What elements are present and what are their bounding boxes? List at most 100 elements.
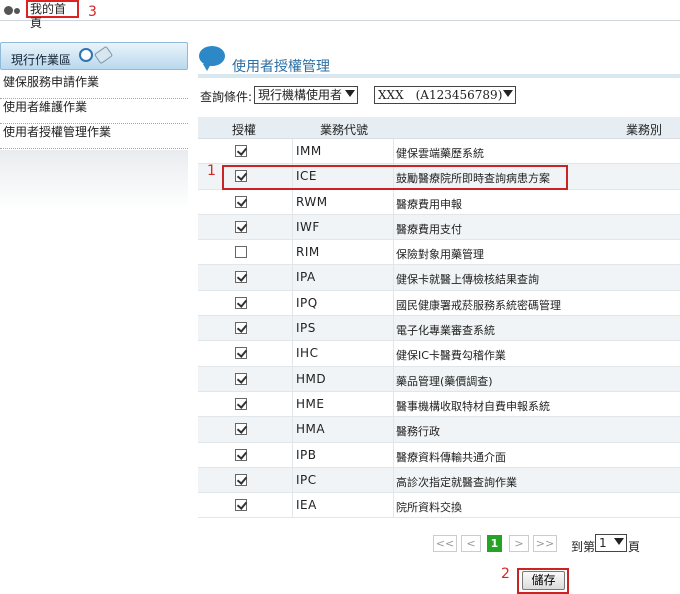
chevron-down-icon [614, 538, 624, 545]
row-name: 保險對象用藥管理 [396, 248, 484, 262]
row-name: 醫事機構收取特材自費申報系統 [396, 399, 550, 413]
row-code: HME [296, 396, 325, 411]
pager-prev-button[interactable]: < [461, 535, 481, 552]
auth-checkbox[interactable] [235, 195, 248, 208]
sidebar-header: 現行作業區 [0, 42, 188, 70]
auth-checkbox[interactable] [235, 271, 248, 284]
dots-icon [4, 4, 20, 18]
table-row: IHC 健保IC卡醫費勾稽作業 [198, 341, 680, 367]
auth-checkbox[interactable] [235, 473, 248, 486]
table-row: IPA 健保卡就醫上傳檢核結果查詢 [198, 265, 680, 291]
title-divider [198, 74, 680, 78]
home-link[interactable]: 我的首頁 [26, 0, 79, 30]
row-name: 醫療資料傳輸共通介面 [396, 450, 506, 464]
check-icon [236, 296, 248, 308]
row-code: IPA [296, 270, 316, 285]
table-row: IPQ 國民健康署戒菸服務系統密碼管理 [198, 290, 680, 317]
phone-icon[interactable] [79, 48, 93, 62]
filter-select[interactable]: 現行機構使用者 [254, 86, 358, 104]
auth-checkbox[interactable] [235, 145, 248, 157]
pager-last-button[interactable]: >> [533, 535, 557, 552]
table-row: IPS 電子化專業審查系統 [198, 316, 680, 342]
row-code: RWM [296, 194, 328, 209]
row-name: 健保雲端藥歷系統 [396, 147, 484, 160]
save-button[interactable]: 儲存 [522, 571, 565, 590]
column-code: 業務代號 [320, 123, 369, 137]
sidebar-item-user-authorization[interactable]: 使用者授權管理作業 [0, 124, 188, 149]
check-icon [236, 423, 248, 435]
check-icon [236, 195, 248, 207]
row-code: IPQ [296, 295, 318, 310]
column-auth: 授權 [232, 123, 257, 137]
row-code: RIM [296, 245, 320, 260]
row-code: IHC [296, 346, 319, 361]
auth-checkbox[interactable] [235, 347, 248, 360]
auth-checkbox[interactable] [235, 220, 248, 233]
page-title: 使用者授權管理 [232, 59, 330, 75]
sidebar-item-service-apply[interactable]: 健保服務申請作業 [0, 74, 188, 99]
check-icon [236, 347, 248, 359]
pager-next-button[interactable]: > [509, 535, 529, 552]
auth-checkbox[interactable] [235, 423, 248, 436]
check-icon [236, 372, 248, 384]
row-code: IPC [296, 472, 317, 487]
pager-suffix-label: 頁 [628, 540, 641, 554]
row-name: 國民健康署戒菸服務系統密碼管理 [396, 298, 561, 312]
check-icon [236, 221, 248, 232]
auth-checkbox[interactable] [235, 322, 248, 335]
speech-bubble-icon [199, 46, 225, 71]
check-icon [236, 271, 248, 283]
check-icon [236, 448, 248, 460]
table-row: HMD 藥品管理(藥價調查) [198, 366, 680, 392]
annotation-1: 1 [207, 163, 216, 179]
row-name: 健保卡就醫上傳檢核結果查詢 [396, 273, 539, 287]
row-name: 院所資料交換 [396, 501, 462, 515]
check-icon [236, 398, 248, 409]
pager-first-button[interactable]: << [433, 535, 457, 552]
row-name: 藥品管理(藥價調查) [396, 374, 493, 388]
table-row: IMM 健保雲端藥歷系統 [198, 139, 680, 165]
filter-select-value: 現行機構使用者 [258, 88, 343, 102]
pager-goto-label: 到第 [571, 540, 596, 554]
page-select[interactable]: 1 [595, 534, 627, 552]
pager-current-page[interactable]: 1 [487, 535, 502, 552]
user-select[interactable]: XXX (A123456789) [374, 86, 516, 104]
page-select-value: 1 [599, 536, 607, 550]
sidebar-item-user-maintenance[interactable]: 使用者維護作業 [0, 99, 188, 124]
table-row: HME 醫事機構收取特材自費申報系統 [198, 391, 680, 418]
column-category: 業務別 [626, 123, 663, 137]
table-row: IPB 醫療資料傳輸共通介面 [198, 442, 680, 468]
auth-checkbox[interactable] [235, 372, 248, 385]
table-row: IWF 醫療費用支付 [198, 214, 680, 241]
auth-checkbox[interactable] [235, 296, 248, 309]
row-code: HMD [296, 371, 327, 386]
table-row: IPC 高診次指定就醫查詢作業 [198, 467, 680, 494]
check-icon [236, 145, 248, 156]
query-label: 查詢條件: [200, 90, 253, 104]
auth-checkbox[interactable] [235, 246, 247, 259]
row-name: 醫療費用支付 [396, 222, 462, 236]
chevron-down-icon [345, 90, 355, 97]
row-code: IPB [296, 447, 317, 462]
row-code: IWF [296, 219, 320, 234]
row-code: HMA [296, 422, 326, 437]
check-icon [236, 499, 248, 511]
row-code: IMM [296, 144, 322, 158]
auth-checkbox[interactable] [235, 499, 248, 512]
auth-checkbox[interactable] [235, 397, 248, 410]
row-name: 健保IC卡醫費勾稽作業 [396, 349, 506, 363]
check-icon [236, 322, 248, 333]
table-body: IMM 健保雲端藥歷系統 ICE 鼓勵醫療院所即時查詢病患方案 RWM 醫療費用申報 IWF… [198, 139, 680, 519]
row-name: 醫療費用申報 [396, 197, 462, 211]
table-row: RIM 保險對象用藥管理 [198, 240, 680, 266]
annotation-3: 3 [88, 4, 97, 20]
auth-checkbox[interactable] [235, 448, 248, 461]
sidebar-header-label: 現行作業區 [11, 53, 72, 67]
row-name: 醫務行政 [396, 425, 440, 439]
top-bar: 我的首頁 [0, 0, 680, 30]
tag-icon[interactable] [93, 45, 114, 65]
highlight-box-ice [222, 165, 568, 190]
row-name: 高診次指定就醫查詢作業 [396, 475, 517, 489]
user-select-value: XXX (A123456789) [378, 88, 503, 102]
sidebar-menu: 健保服務申請作業 使用者維護作業 使用者授權管理作業 [0, 74, 188, 149]
